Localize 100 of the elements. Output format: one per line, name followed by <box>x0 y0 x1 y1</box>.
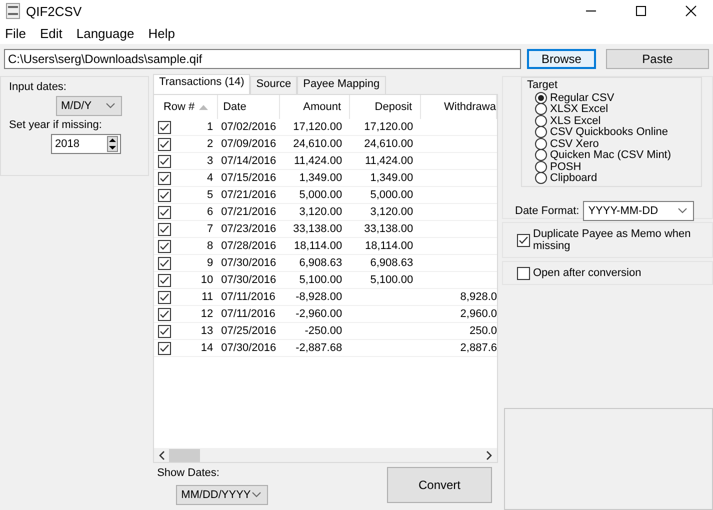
radio-button[interactable] <box>535 160 547 173</box>
close-icon[interactable] <box>685 5 697 17</box>
date-format-label: Date Format: <box>515 205 580 217</box>
checkbox[interactable] <box>158 342 172 354</box>
table-cell: 6,908.63 <box>370 257 414 269</box>
year-spinner[interactable]: 2018 <box>51 134 121 154</box>
column-header[interactable]: Withdrawa <box>421 95 497 119</box>
horizontal-scrollbar[interactable] <box>154 448 497 462</box>
radio-label[interactable]: Quicken Mac (CSV Mint) <box>550 149 672 162</box>
table-cell-text: 07/14/2016 <box>220 155 278 167</box>
table-cell-text: 33,138.00 <box>292 223 344 235</box>
tab[interactable]: Payee Mapping <box>297 76 386 94</box>
table-cell-text: 5,000.00 <box>298 189 344 201</box>
maximize-icon[interactable] <box>635 5 647 17</box>
radio-button[interactable] <box>535 149 547 162</box>
checkbox[interactable] <box>158 222 172 236</box>
table-cell: 9 <box>206 257 214 269</box>
input-dates-label: Input dates: <box>9 81 66 93</box>
window-title: QIF2CSV <box>26 4 82 18</box>
radio-button[interactable] <box>535 138 547 150</box>
menu-item[interactable]: Edit <box>40 26 62 40</box>
radio-button[interactable] <box>535 172 547 184</box>
app-icon <box>6 3 20 19</box>
table-cell: 5,000.00 <box>370 189 414 201</box>
table-cell-text: 17,120.00 <box>292 121 344 133</box>
year-label: Set year if missing: <box>9 119 102 131</box>
show-dates-label: Show Dates: <box>157 467 220 479</box>
menu-item[interactable]: File <box>5 26 26 40</box>
checkbox[interactable] <box>158 188 172 202</box>
sort-up-icon <box>198 104 208 110</box>
radio-label[interactable]: XLS Excel <box>550 114 601 127</box>
checkbox[interactable] <box>158 290 172 304</box>
radio-label[interactable]: CSV Quickbooks Online <box>550 126 668 138</box>
checkbox[interactable] <box>158 240 172 252</box>
table-cell-text: 11,424.00 <box>292 155 344 167</box>
table-cell: 14 <box>200 342 214 354</box>
table-cell-text: 07/25/2016 <box>220 325 278 337</box>
checkbox[interactable] <box>158 120 172 134</box>
checkbox[interactable] <box>517 266 530 280</box>
radio-button[interactable] <box>535 126 547 138</box>
table-cell-text: 07/21/2016 <box>220 206 278 218</box>
table-cell-text: 07/11/2016 <box>220 291 276 303</box>
table-cell-text: 07/02/2016 <box>220 121 278 133</box>
column-header[interactable]: Date <box>218 95 280 119</box>
radio-label[interactable]: XLSX Excel <box>550 103 608 116</box>
paste-button[interactable]: Paste <box>606 49 709 69</box>
table-cell: 33,138.00 <box>364 223 414 235</box>
scroll-right-icon[interactable] <box>486 450 492 460</box>
table-cell-text: 07/30/2016 <box>220 274 278 286</box>
table-cell-text: 07/21/2016 <box>220 189 278 201</box>
checkbox-label[interactable]: Open after conversion <box>533 267 642 279</box>
radio-button[interactable] <box>535 114 547 127</box>
convert-button[interactable]: Convert <box>387 467 492 503</box>
column-header[interactable]: Deposit <box>350 95 422 119</box>
column-header[interactable]: Amount <box>280 95 350 119</box>
table-cell: 1,349.00 <box>370 172 414 184</box>
menu-item[interactable]: Help <box>148 26 175 40</box>
spin-arrows-icon[interactable] <box>107 136 118 152</box>
table-cell-text: 6,908.63 <box>298 257 344 269</box>
checkbox[interactable] <box>158 274 172 286</box>
radio-button[interactable] <box>535 92 547 104</box>
checkbox[interactable] <box>158 172 172 184</box>
radio-label[interactable]: Clipboard <box>550 172 598 184</box>
table-cell-text: 07/23/2016 <box>220 223 278 235</box>
radio-label[interactable]: CSV Xero <box>550 138 599 150</box>
checkbox[interactable] <box>517 234 530 246</box>
radio-label[interactable]: Regular CSV <box>550 92 614 104</box>
radio-label[interactable]: POSH <box>550 160 582 173</box>
tab[interactable]: Transactions (14) <box>153 74 250 94</box>
table-cell-text: 07/09/2016 <box>220 138 278 150</box>
browse-button[interactable]: Browse <box>526 49 596 69</box>
table-cell: 11 <box>202 291 214 303</box>
table-cell-text: -2,887.68 <box>294 342 344 354</box>
menu-item[interactable]: Language <box>76 26 134 40</box>
table-cell: 8,928.0 <box>460 291 497 303</box>
table-cell-text: 18,114.00 <box>292 240 344 252</box>
table-cell: 2,960.0 <box>460 308 497 320</box>
scroll-thumb[interactable] <box>169 448 200 462</box>
file-path-field[interactable]: C:\Users\serg\Downloads\sample.qif <box>4 49 521 69</box>
checkbox[interactable] <box>158 206 172 218</box>
checkbox-label[interactable]: Duplicate Payee as Memo when missing <box>533 228 698 252</box>
radio-button[interactable] <box>535 103 547 116</box>
checkbox[interactable] <box>158 154 172 168</box>
column-header[interactable]: Row # <box>154 95 218 119</box>
table-cell-text: 07/30/2016 <box>220 342 278 354</box>
chevron-icon <box>678 208 688 214</box>
table-cell: 8 <box>206 240 214 252</box>
scroll-left-icon[interactable] <box>159 450 166 460</box>
checkbox[interactable] <box>158 324 172 338</box>
checkbox[interactable] <box>158 138 172 150</box>
table-cell: 18,114.00 <box>364 240 414 252</box>
show-dates-dropdown[interactable]: MM/DD/YYYY <box>176 485 268 505</box>
target-title: Target <box>527 78 559 92</box>
chevron-icon <box>252 492 262 498</box>
date-format-dropdown[interactable]: YYYY-MM-DD <box>583 201 694 221</box>
tab[interactable]: Source <box>250 76 298 94</box>
checkbox[interactable] <box>158 308 172 320</box>
checkbox[interactable] <box>158 256 172 270</box>
input-dates-dropdown[interactable]: M/D/Y <box>56 96 122 116</box>
table-cell: 4 <box>206 172 214 184</box>
